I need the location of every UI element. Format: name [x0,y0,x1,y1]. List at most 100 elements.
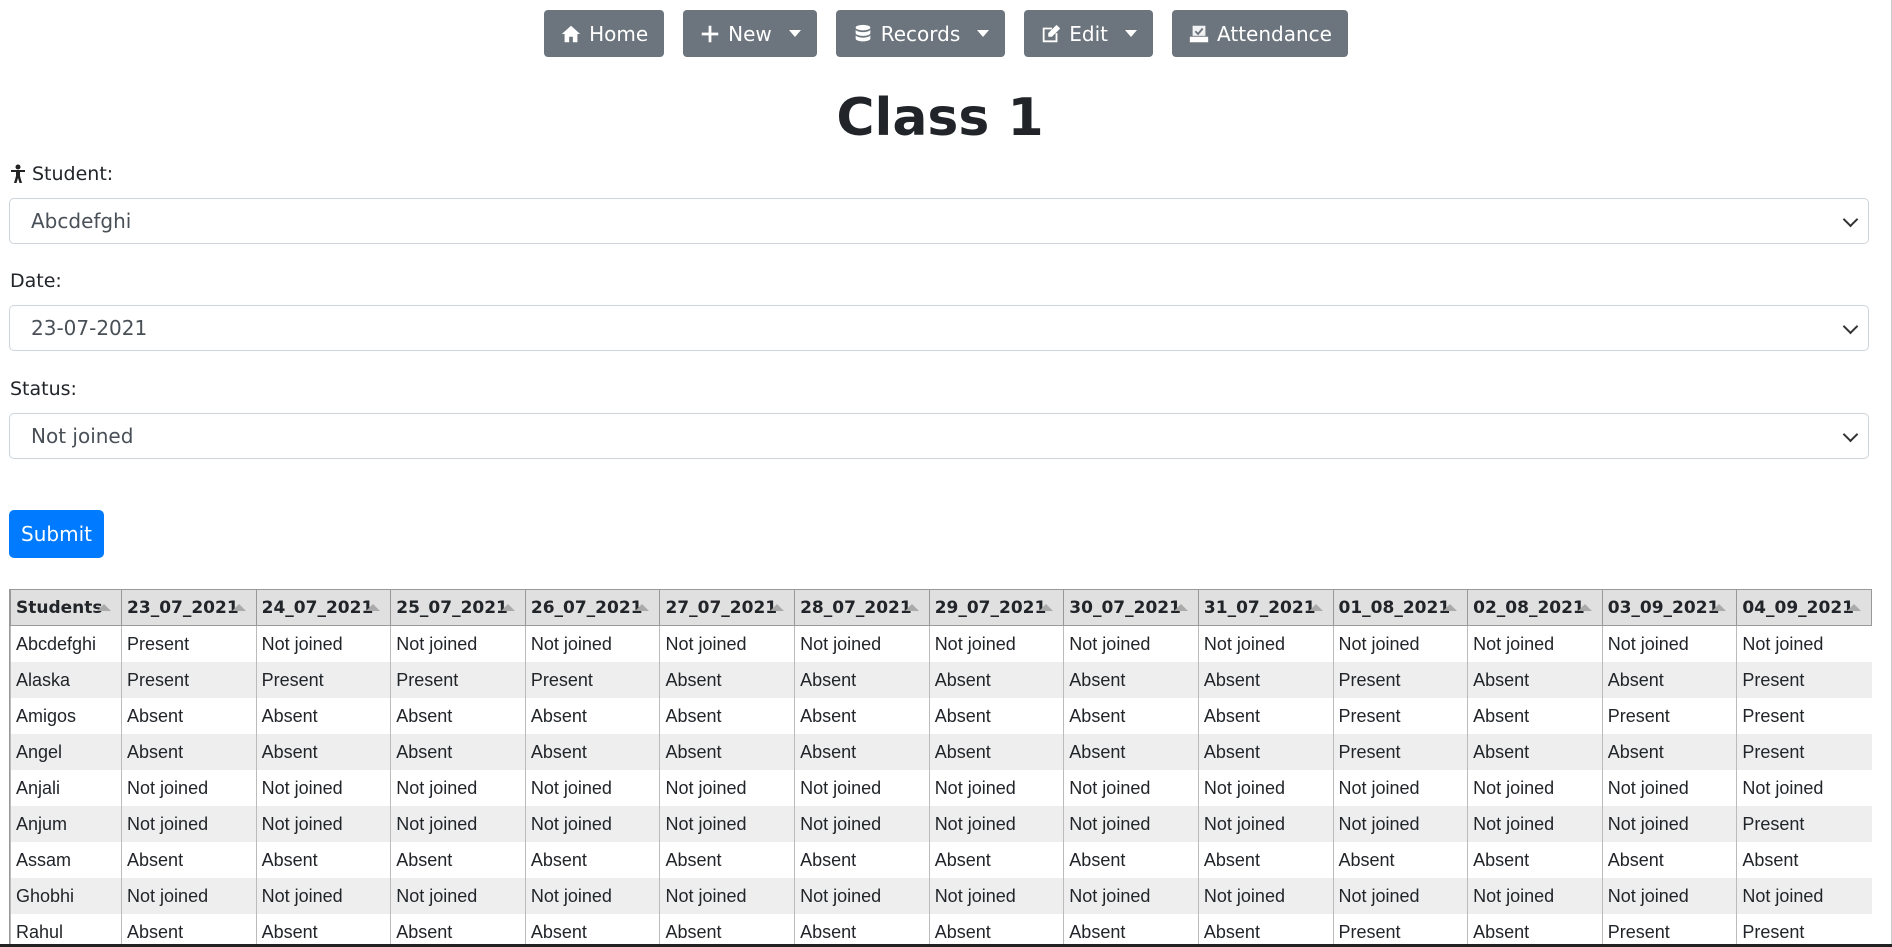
attendance-cell: Present [1736,734,1872,770]
database-icon [855,24,871,41]
attendance-cell: Present [1332,698,1468,734]
column-header-students[interactable]: Students [10,589,123,626]
status-select[interactable]: Not joined [9,413,1869,459]
attendance-cell: Not joined [524,806,660,842]
column-header-date[interactable]: 26_07_2021 [524,589,661,626]
attendance-cell: Absent [928,698,1064,734]
attendance-cell: Absent [255,842,391,878]
attendance-cell: Absent [1467,914,1603,947]
attendance-cell: Absent [1063,914,1199,947]
student-name-cell: Amigos [10,698,122,734]
column-header-date[interactable]: 27_07_2021 [659,589,796,626]
attendance-cell: Absent [659,734,795,770]
home-button[interactable]: Home [544,10,665,57]
attendance-cell: Not joined [255,878,391,914]
date-select[interactable]: 23-07-2021 [9,305,1869,351]
attendance-cell: Not joined [390,770,526,806]
column-header-date[interactable]: 23_07_2021 [121,589,257,626]
attendance-cell: Absent [794,914,930,947]
submit-button[interactable]: Submit [9,510,104,558]
attendance-cell: Present [524,662,660,698]
chevron-down-icon [1842,318,1859,335]
student-select[interactable]: Abcdefghi [9,198,1869,244]
attendance-cell: Absent [928,662,1064,698]
edit-dropdown-button[interactable]: Edit [1024,10,1154,57]
attendance-cell: Absent [1601,734,1737,770]
attendance-cell: Not joined [928,770,1064,806]
attendance-cell: Not joined [1467,878,1603,914]
column-header-date[interactable]: 02_08_2021 [1467,589,1603,626]
attendance-cell: Absent [524,734,660,770]
sort-arrow-icon [1577,604,1592,611]
attendance-cell: Absent [1197,662,1334,698]
attendance-cell: Absent [390,698,526,734]
column-header-date[interactable]: 29_07_2021 [928,589,1065,626]
attendance-cell: Not joined [794,878,930,914]
sort-arrow-icon [231,604,246,611]
table-row: Amigos Absent Absent Absent Absent Absent Abse… [10,698,1872,734]
attendance-cell: Not joined [1601,770,1737,806]
attendance-cell: Not joined [1332,625,1468,662]
sort-arrow-icon [1173,604,1188,611]
home-label: Home [589,21,649,46]
column-header-date[interactable]: 24_07_2021 [255,589,392,626]
attendance-cell: Not joined [390,878,526,914]
home-icon [561,25,581,42]
chevron-down-icon [1125,30,1138,37]
new-dropdown-button[interactable]: New [683,10,817,57]
column-header-date[interactable]: 03_09_2021 [1601,589,1738,626]
records-dropdown-button[interactable]: Records [835,10,1006,57]
attendance-cell: Not joined [928,806,1064,842]
column-header-date[interactable]: 04_09_2021 [1736,589,1872,626]
attendance-cell: Absent [659,698,795,734]
table-row: Rahul Absent Absent Absent Absent Absent Absen… [10,914,1872,947]
attendance-cell: Absent [1736,842,1872,878]
attendance-cell: Absent [1467,734,1603,770]
attendance-cell: Not joined [659,878,795,914]
attendance-cell: Absent [255,698,391,734]
column-header-date[interactable]: 30_07_2021 [1063,589,1199,626]
attendance-cell: Present [1601,698,1737,734]
attendance-cell: Not joined [659,806,795,842]
attendance-cell: Absent [255,734,391,770]
attendance-cell: Not joined [659,625,795,662]
attendance-cell: Not joined [1332,806,1468,842]
column-header-date[interactable]: 01_08_2021 [1332,589,1469,626]
attendance-cell: Present [1332,662,1468,698]
student-name-cell: Rahul [10,914,122,947]
sort-arrow-icon [1443,604,1458,611]
attendance-cell: Not joined [928,625,1064,662]
attendance-cell: Not joined [524,770,660,806]
attendance-cell: Not joined [1197,878,1334,914]
attendance-cell: Not joined [1467,625,1603,662]
column-header-date[interactable]: 25_07_2021 [390,589,526,626]
attendance-cell: Absent [794,662,930,698]
attendance-cell: Absent [121,734,257,770]
attendance-cell: Not joined [1197,770,1334,806]
sort-arrow-icon [770,604,785,611]
column-header-date[interactable]: 28_07_2021 [794,589,930,626]
sort-arrow-icon [635,604,650,611]
attendance-cell: Not joined [1736,625,1872,662]
attendance-cell: Absent [1063,698,1199,734]
attendance-cell: Absent [121,914,257,947]
column-header-date[interactable]: 31_07_2021 [1197,589,1334,626]
attendance-cell: Absent [255,914,391,947]
attendance-cell: Absent [659,914,795,947]
attendance-cell: Not joined [1063,878,1199,914]
attendance-cell: Not joined [928,878,1064,914]
attendance-label: Attendance [1217,21,1332,46]
attendance-button[interactable]: Attendance [1172,10,1348,57]
attendance-cell: Absent [524,914,660,947]
attendance-cell: Not joined [794,770,930,806]
attendance-cell: Present [390,662,526,698]
attendance-cell: Absent [1063,842,1199,878]
attendance-cell: Not joined [1063,625,1199,662]
attendance-cell: Not joined [1063,770,1199,806]
attendance-cell: Absent [1197,734,1334,770]
sort-arrow-icon [1308,604,1323,611]
attendance-cell: Not joined [255,770,391,806]
attendance-cell: Present [1736,662,1872,698]
attendance-cell: Absent [1197,842,1334,878]
attendance-cell: Present [1736,914,1872,947]
